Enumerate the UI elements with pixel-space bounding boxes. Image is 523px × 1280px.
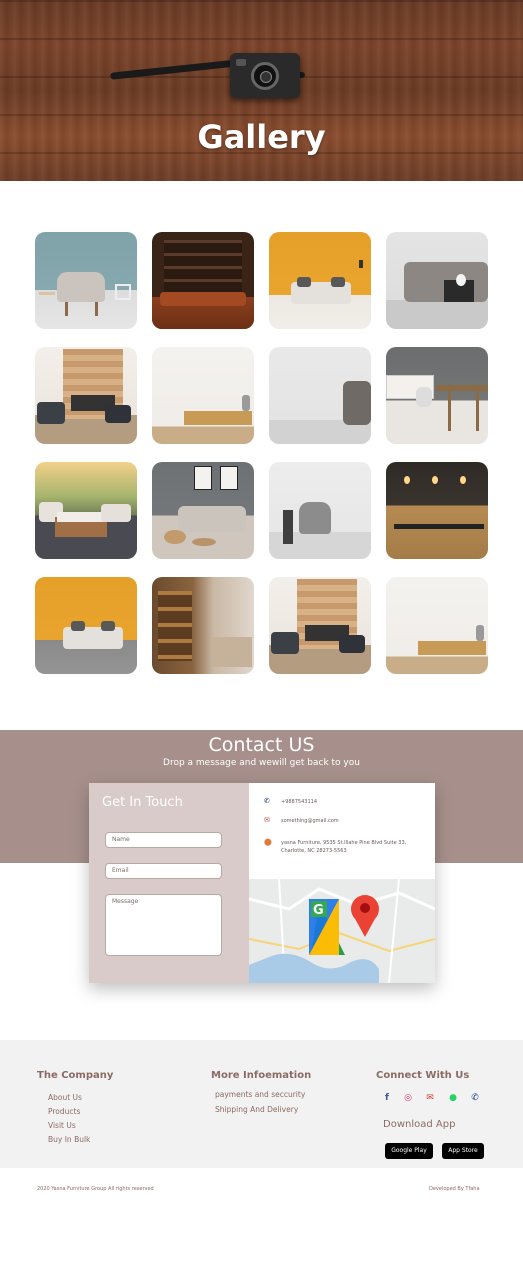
camera-flash	[236, 59, 246, 66]
instagram-icon[interactable]: ◎	[403, 1093, 413, 1103]
whatsapp-icon[interactable]: ●	[448, 1093, 458, 1103]
gallery-tile[interactable]	[269, 232, 371, 329]
app-store-button[interactable]: App Store	[442, 1143, 484, 1159]
footer-link-payments[interactable]: payments and seccurity	[215, 1090, 305, 1099]
footer-company-heading: The Company	[37, 1070, 114, 1081]
footer-link-visit[interactable]: Visit Us	[48, 1121, 76, 1130]
camera-strap	[109, 59, 241, 80]
download-app-heading: Download App	[383, 1119, 456, 1130]
contact-form: Get In Touch Name Email Message	[89, 783, 249, 983]
phone-icon: ✆	[264, 797, 270, 805]
gallery-tile[interactable]	[386, 347, 488, 444]
camera-icon	[230, 53, 300, 98]
footer-link-about[interactable]: About Us	[48, 1093, 82, 1102]
google-play-button[interactable]: Google Play	[385, 1143, 433, 1159]
phone-icon[interactable]: ✆	[470, 1093, 480, 1103]
gallery-tile[interactable]	[35, 462, 137, 559]
gallery-tile[interactable]	[35, 577, 137, 674]
gallery-tile[interactable]	[35, 347, 137, 444]
gallery-tile[interactable]	[386, 232, 488, 329]
gallery-tile[interactable]	[35, 232, 137, 329]
message-field[interactable]: Message	[105, 894, 222, 956]
gallery-tile[interactable]	[152, 462, 254, 559]
contact-phone[interactable]: +9887543114	[281, 798, 317, 806]
footer-connect-heading: Connect With Us	[376, 1070, 470, 1081]
facebook-icon[interactable]: f	[382, 1093, 392, 1103]
footer-more-heading: More Infoemation	[211, 1070, 312, 1081]
email-field[interactable]: Email	[105, 863, 222, 879]
footer-link-products[interactable]: Products	[48, 1107, 80, 1116]
google-map[interactable]: G	[249, 879, 435, 983]
developer-credit: Developed By Tfaha	[429, 1186, 480, 1192]
contact-title: Contact US	[208, 734, 315, 756]
form-heading: Get In Touch	[102, 795, 183, 810]
camera-lens	[251, 62, 279, 90]
footer-link-bulk[interactable]: Buy In Bulk	[48, 1135, 90, 1144]
svg-text:G: G	[313, 903, 324, 918]
page-title: Gallery	[197, 118, 326, 156]
location-icon: ⬤	[264, 838, 272, 846]
gallery-tile[interactable]	[269, 347, 371, 444]
gallery-tile[interactable]	[269, 462, 371, 559]
copyright: 2020 Yasna Furniture Group All rights re…	[37, 1186, 154, 1192]
gallery-tile[interactable]	[386, 577, 488, 674]
footer-link-shipping[interactable]: Shipping And Delivery	[215, 1105, 298, 1114]
email-icon: ✉	[264, 816, 270, 824]
gallery-tile[interactable]	[152, 577, 254, 674]
contact-email[interactable]: something@gmail.com	[281, 817, 339, 825]
contact-address-line2: Charlotte, NC 28273-5563	[281, 848, 347, 854]
gallery-tile[interactable]	[152, 347, 254, 444]
map-graphic: G	[249, 879, 435, 983]
gmail-icon[interactable]: ✉	[425, 1093, 435, 1103]
name-field[interactable]: Name	[105, 832, 222, 848]
gallery-tile[interactable]	[269, 577, 371, 674]
gallery-tile[interactable]	[152, 232, 254, 329]
contact-card: Get In Touch Name Email Message ✆ +98875…	[89, 783, 435, 983]
contact-subtitle: Drop a message and wewill get back to yo…	[163, 758, 360, 768]
contact-address-line1: yasna Furniture, 9535 St.Illahe Pine Blv…	[281, 840, 407, 846]
gallery-tile[interactable]	[386, 462, 488, 559]
